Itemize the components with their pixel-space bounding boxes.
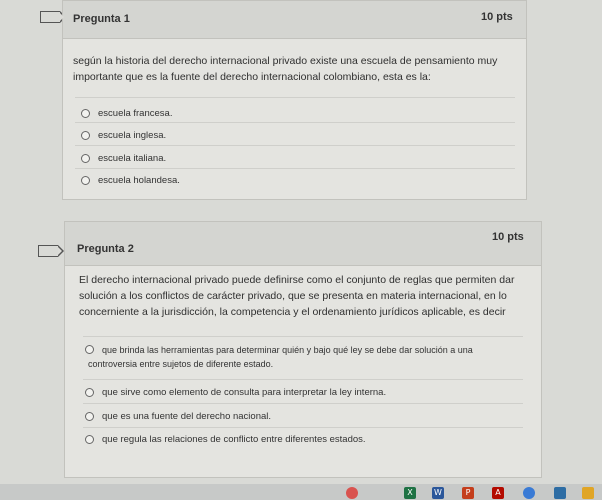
radio-button[interactable]	[85, 388, 94, 397]
answer-label: escuela francesa.	[98, 108, 173, 119]
question-header: Pregunta 2 10 pts	[65, 222, 541, 266]
answer-option[interactable]: escuela inglesa.	[81, 129, 166, 143]
answer-label: que regula las relaciones de conflicto e…	[102, 434, 366, 445]
powerpoint-icon[interactable]: P	[462, 487, 474, 499]
flag-icon[interactable]	[38, 244, 64, 257]
question-points: 10 pts	[481, 11, 513, 23]
radio-button[interactable]	[85, 345, 94, 354]
divider	[75, 168, 515, 169]
radio-button[interactable]	[81, 154, 90, 163]
files-icon[interactable]	[582, 487, 594, 499]
acrobat-icon[interactable]: A	[492, 487, 504, 499]
question-title: Pregunta 1	[73, 13, 130, 25]
radio-button[interactable]	[81, 131, 90, 140]
answer-option[interactable]: escuela francesa.	[81, 107, 172, 121]
radio-button[interactable]	[81, 109, 90, 118]
question-text: El derecho internacional privado puede d…	[79, 274, 515, 318]
question-header: Pregunta 1 10 pts	[63, 1, 526, 39]
divider	[75, 97, 515, 98]
radio-button[interactable]	[85, 435, 94, 444]
taskbar: X W P A	[0, 484, 602, 500]
answer-label: escuela italiana.	[98, 153, 167, 164]
divider	[83, 336, 523, 337]
divider	[83, 403, 523, 404]
divider	[75, 145, 515, 146]
flag-icon[interactable]	[40, 10, 66, 23]
divider	[75, 122, 515, 123]
photos-icon[interactable]	[554, 487, 566, 499]
question-points: 10 pts	[492, 231, 524, 243]
divider	[83, 427, 523, 428]
question-card-2: Pregunta 2 10 pts El derecho internacion…	[64, 221, 542, 478]
question-card-1: Pregunta 1 10 pts según la historia del …	[62, 0, 527, 200]
excel-icon[interactable]: X	[404, 487, 416, 499]
question-text: según la historia del derecho internacio…	[73, 55, 498, 83]
answer-option[interactable]: escuela holandesa.	[81, 174, 180, 188]
answer-label: que es una fuente del derecho nacional.	[102, 411, 272, 422]
app-icon[interactable]	[523, 487, 535, 499]
answer-option[interactable]: que brinda las herramientas para determi…	[85, 343, 530, 371]
answer-label: escuela inglesa.	[98, 130, 167, 141]
answer-option[interactable]: que es una fuente del derecho nacional.	[85, 410, 271, 424]
divider	[83, 379, 523, 380]
radio-button[interactable]	[81, 176, 90, 185]
answer-label: escuela holandesa.	[98, 175, 180, 186]
radio-button[interactable]	[85, 412, 94, 421]
answer-option[interactable]: que regula las relaciones de conflicto e…	[85, 433, 366, 447]
answer-label: que sirve como elemento de consulta para…	[102, 387, 387, 398]
answer-option[interactable]: escuela italiana.	[81, 152, 166, 166]
answer-option[interactable]: que sirve como elemento de consulta para…	[85, 386, 386, 400]
word-icon[interactable]: W	[432, 487, 444, 499]
question-title: Pregunta 2	[77, 243, 134, 255]
answer-label: que brinda las herramientas para determi…	[88, 345, 473, 369]
chrome-icon[interactable]	[346, 487, 358, 499]
